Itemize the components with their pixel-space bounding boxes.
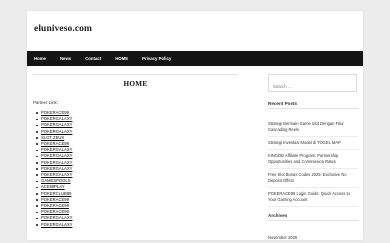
main-nav: Home News Contact HOME Privacy Policy — [27, 51, 363, 66]
nav-item-news[interactable]: News — [53, 51, 78, 66]
recent-post-link[interactable]: Strategi Bermain Game Slot Dengan Fitur … — [268, 118, 358, 137]
partner-link-label: Partner Link: — [33, 100, 58, 105]
recent-post-link[interactable]: Free Slot Bonus Codes 2025: Exclusive No… — [268, 169, 358, 188]
archives-list: November 2025 — [268, 233, 358, 243]
archive-link[interactable]: November 2025 — [268, 233, 358, 243]
archives-title: Archives — [268, 213, 358, 221]
recent-post-link[interactable]: KINGDD Affiliate Program: Partnership Op… — [268, 150, 358, 169]
partner-link-list: POKERACE99 POKERGALAXY POKERGALAXY POKER… — [36, 110, 72, 228]
content-divider — [33, 74, 238, 75]
site-title[interactable]: eluniveso.com — [34, 24, 92, 34]
search-input[interactable] — [269, 78, 356, 95]
nav-item-privacy-policy[interactable]: Privacy Policy — [135, 51, 178, 66]
recent-posts-list: Strategi Bermain Game Slot Dengan Fitur … — [268, 118, 358, 207]
recent-post-link[interactable]: POKERACE99 Login Guide: Quick Access to … — [268, 188, 358, 207]
nav-item-home-upper[interactable]: HOME — [108, 51, 135, 66]
nav-item-home[interactable]: Home — [27, 51, 53, 66]
partner-link[interactable]: POKERGALAXY — [36, 222, 72, 228]
page-title: HOME — [123, 79, 148, 88]
search-box — [268, 74, 357, 95]
recent-post-link[interactable]: Strategi Investasi Modal di TOGEL MAP — [268, 137, 358, 150]
nav-item-contact[interactable]: Contact — [78, 51, 108, 66]
recent-posts-title: Recent Posts — [268, 101, 358, 109]
page-container: eluniveso.com Home News Contact HOME Pri… — [27, 11, 363, 240]
